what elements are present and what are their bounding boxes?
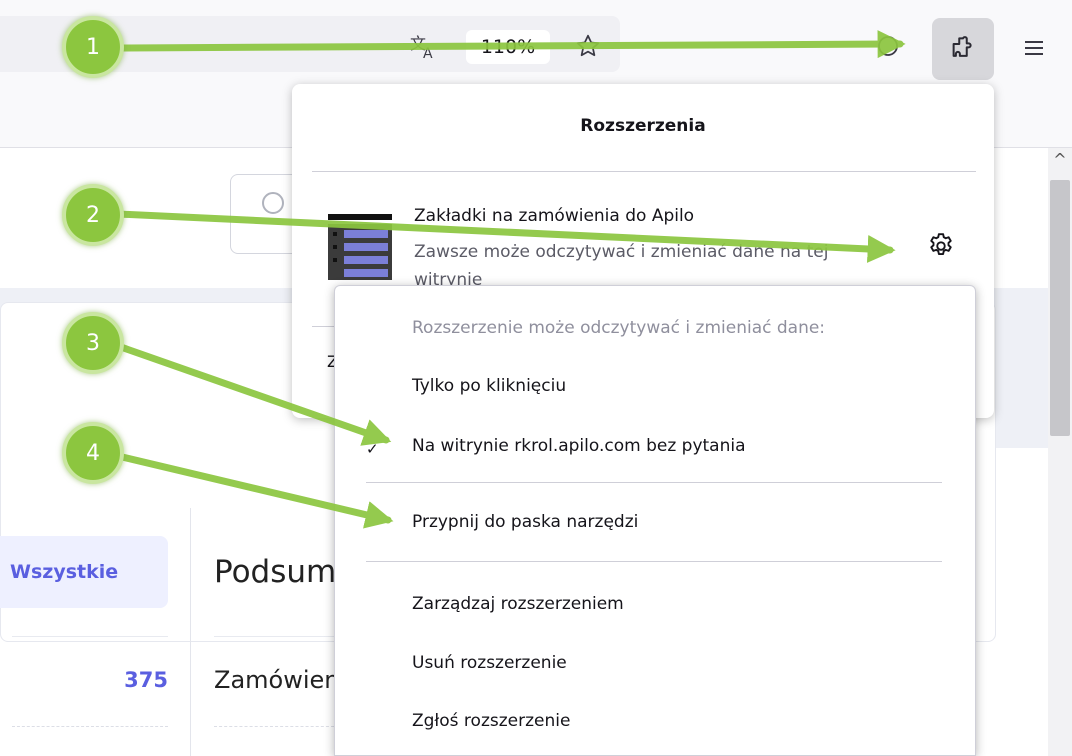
star-icon[interactable] <box>570 28 606 64</box>
permissions-heading: Rozszerzenie może odczytywać i zmieniać … <box>412 318 826 338</box>
checkmark-icon: ✓ <box>366 440 379 458</box>
svg-text:A: A <box>423 46 433 61</box>
step-badge-1: 1 <box>62 16 124 78</box>
star-glyph <box>576 34 600 57</box>
screen: 文 A 110% Wszystkie Podsumowanie 375 Zamó… <box>0 0 1072 756</box>
zoom-level-button[interactable]: 110% <box>466 30 550 64</box>
extension-logo-glyph <box>328 214 392 280</box>
step-badge-2: 2 <box>62 184 124 246</box>
column-divider <box>190 508 191 756</box>
scroll-up-icon[interactable]: ^ <box>1052 150 1068 172</box>
extension-name[interactable]: Zakładki na zamówienia do Apilo <box>414 206 694 226</box>
extension-description: Zawsze może odczytywać i zmieniać dane n… <box>414 242 829 286</box>
search-icon <box>262 192 284 214</box>
menu-item-always-allow-site[interactable]: Na witrynie rkrol.apilo.com bez pytania <box>412 436 746 456</box>
menu-item-pin-to-toolbar[interactable]: Przypnij do paska narzędzi <box>412 512 638 532</box>
divider <box>214 636 334 637</box>
menu-separator <box>366 561 942 562</box>
tab-all[interactable]: Wszystkie <box>0 536 168 608</box>
step-badge-4: 4 <box>62 422 124 484</box>
divider <box>12 636 168 637</box>
orders-count[interactable]: 375 <box>112 668 168 692</box>
hamburger-menu-icon[interactable] <box>1014 28 1054 68</box>
gear-icon[interactable] <box>926 231 956 261</box>
menu-separator <box>366 482 942 483</box>
account-glyph <box>878 36 898 56</box>
hamburger-glyph <box>1025 41 1043 55</box>
panel-title: Rozszerzenia <box>580 116 706 136</box>
menu-item-only-on-click[interactable]: Tylko po kliknięciu <box>412 376 566 396</box>
scrollbar-thumb[interactable] <box>1050 180 1070 436</box>
translate-glyph: 文 A <box>410 34 433 61</box>
account-icon[interactable] <box>874 32 902 60</box>
extension-list-icon <box>328 214 392 280</box>
translate-icon[interactable]: 文 A <box>406 28 442 64</box>
menu-item-remove-extension[interactable]: Usuń rozszerzenie <box>412 653 567 673</box>
row-divider <box>214 726 334 727</box>
menu-item-manage-extension[interactable]: Zarządzaj rozszerzeniem <box>412 594 624 614</box>
menu-item-report-extension[interactable]: Zgłoś rozszerzenie <box>412 711 570 731</box>
panel-separator <box>312 171 976 172</box>
gear-glyph <box>930 233 952 255</box>
row-divider <box>12 726 168 727</box>
step-badge-3: 3 <box>62 312 124 374</box>
extensions-button[interactable] <box>932 18 994 80</box>
puzzle-icon <box>952 36 972 57</box>
